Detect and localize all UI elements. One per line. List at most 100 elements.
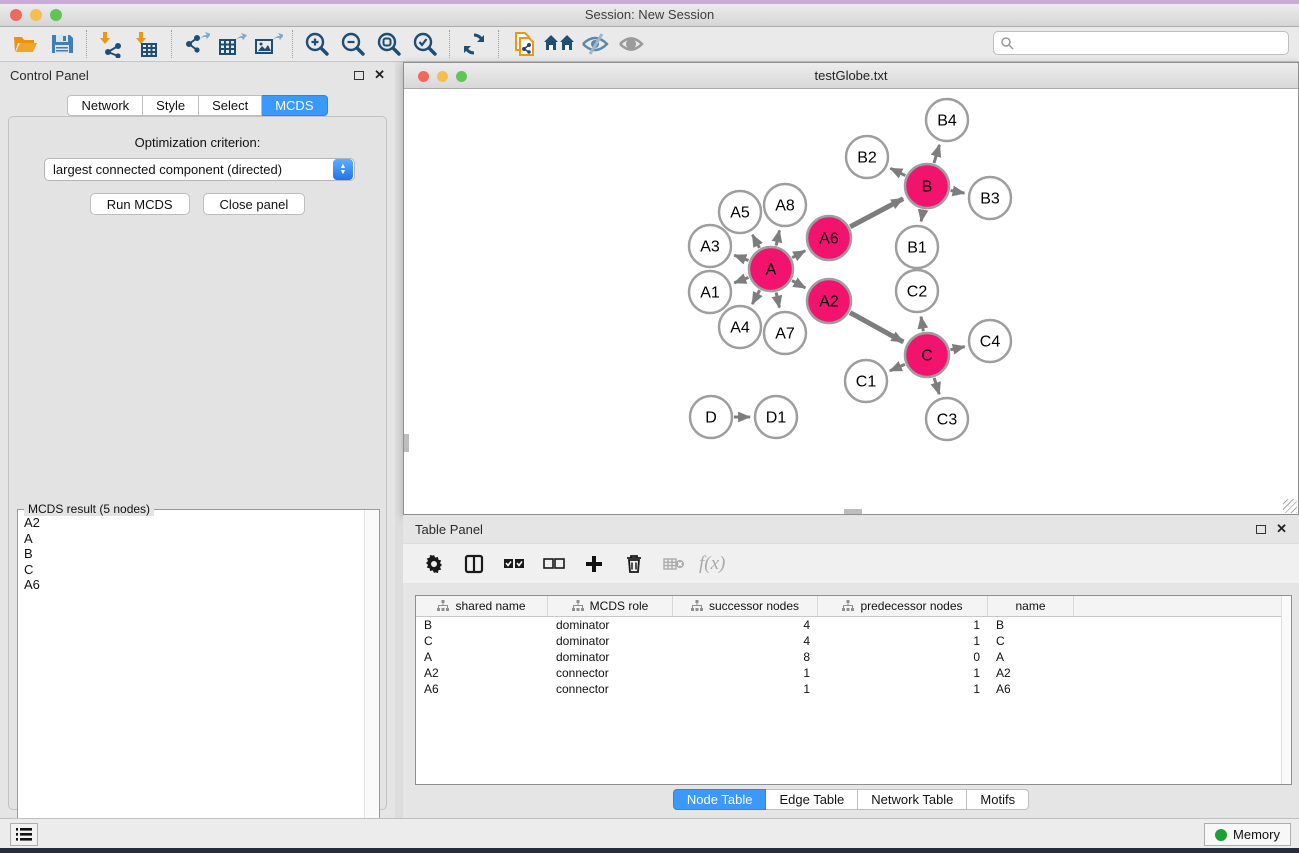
cell-MCDS-role[interactable]: dominator xyxy=(548,633,673,649)
column-header-name[interactable]: name xyxy=(988,596,1074,616)
export-image-icon[interactable] xyxy=(250,29,286,59)
graph-node-D[interactable]: D xyxy=(690,396,732,438)
cell-shared-name[interactable]: B xyxy=(416,617,548,633)
close-panel-icon[interactable]: ✕ xyxy=(374,67,385,83)
tab-select[interactable]: Select xyxy=(199,95,262,116)
graph-node-B2[interactable]: B2 xyxy=(846,136,888,178)
cell-name[interactable]: C xyxy=(988,633,1074,649)
export-table-icon[interactable] xyxy=(214,29,250,59)
graph-node-C2[interactable]: C2 xyxy=(896,270,938,312)
hide-selected-eye-icon[interactable] xyxy=(577,29,613,59)
import-network-icon[interactable] xyxy=(93,29,129,59)
graph-edge-C-C1[interactable] xyxy=(890,364,905,370)
search-box[interactable] xyxy=(993,31,1289,55)
minimize-window-button[interactable] xyxy=(30,9,42,21)
graph-edge-C-C2[interactable] xyxy=(921,317,923,332)
graph-node-B3[interactable]: B3 xyxy=(969,177,1011,219)
zoom-fit-icon[interactable] xyxy=(371,29,407,59)
graph-edge-A-A8[interactable] xyxy=(776,230,779,245)
graph-node-A6[interactable]: A6 xyxy=(807,216,851,260)
table-row[interactable]: Adominator80A xyxy=(416,649,1291,665)
column-header-shared-name[interactable]: shared name xyxy=(416,596,548,616)
float-table-panel-icon[interactable] xyxy=(1256,525,1266,534)
cell-name[interactable]: A6 xyxy=(988,681,1074,697)
cell-shared-name[interactable]: A6 xyxy=(416,681,548,697)
network-window-titlebar[interactable]: testGlobe.txt xyxy=(404,63,1298,89)
result-item-a[interactable]: A xyxy=(18,530,364,546)
graph-edge-A6-B[interactable] xyxy=(850,199,903,227)
graph-node-C4[interactable]: C4 xyxy=(969,320,1011,362)
float-panel-icon[interactable] xyxy=(354,71,364,80)
graph-edge-B-B2[interactable] xyxy=(890,168,905,175)
graph-edge-C-C4[interactable] xyxy=(950,347,964,350)
cell-MCDS-role[interactable]: dominator xyxy=(548,617,673,633)
minimize-network-button[interactable] xyxy=(437,71,448,82)
graph-edge-A-A5[interactable] xyxy=(752,235,759,248)
tab-mcds[interactable]: MCDS xyxy=(262,95,327,116)
graph-edge-A2-C[interactable] xyxy=(850,313,903,342)
cell-MCDS-role[interactable]: dominator xyxy=(548,649,673,665)
window-resize-grip[interactable] xyxy=(1283,499,1297,513)
graph-edge-A-A2[interactable] xyxy=(792,281,805,288)
close-network-button[interactable] xyxy=(418,71,429,82)
cell-successor-nodes[interactable]: 1 xyxy=(673,681,818,697)
refresh-icon[interactable] xyxy=(456,29,492,59)
cell-predecessor-nodes[interactable]: 1 xyxy=(818,617,988,633)
table-row[interactable]: Cdominator41C xyxy=(416,633,1291,649)
graph-node-C[interactable]: C xyxy=(905,333,949,377)
graph-edge-A-A3[interactable] xyxy=(734,255,748,260)
cell-name[interactable]: B xyxy=(988,617,1074,633)
table-scrollbar[interactable] xyxy=(1281,596,1291,784)
zoom-out-icon[interactable] xyxy=(335,29,371,59)
delete-table-icon[interactable] xyxy=(659,549,689,579)
cell-name[interactable]: A2 xyxy=(988,665,1074,681)
table-row[interactable]: Bdominator41B xyxy=(416,617,1291,633)
run-mcds-button[interactable]: Run MCDS xyxy=(90,193,190,215)
cell-predecessor-nodes[interactable]: 1 xyxy=(818,633,988,649)
cell-predecessor-nodes[interactable]: 1 xyxy=(818,681,988,697)
graph-node-A4[interactable]: A4 xyxy=(719,306,761,348)
network-canvas[interactable]: AA1A2A3A4A5A6A7A8BB1B2B3B4CC1C2C3C4DD1 xyxy=(404,89,1298,514)
cell-shared-name[interactable]: C xyxy=(416,633,548,649)
duplicate-network-icon[interactable] xyxy=(505,29,541,59)
maximize-network-button[interactable] xyxy=(456,71,467,82)
cell-shared-name[interactable]: A2 xyxy=(416,665,548,681)
graph-node-B4[interactable]: B4 xyxy=(926,99,968,141)
column-header-MCDS-role[interactable]: MCDS role xyxy=(548,596,673,616)
home-icon[interactable] xyxy=(541,29,577,59)
mcds-result-list[interactable]: A2ABCA6 xyxy=(18,514,364,844)
export-network-icon[interactable] xyxy=(178,29,214,59)
close-window-button[interactable] xyxy=(10,9,22,21)
graph-node-A1[interactable]: A1 xyxy=(689,271,731,313)
graph-edge-B-B1[interactable] xyxy=(921,210,923,222)
tab-style[interactable]: Style xyxy=(143,95,199,116)
column-header-predecessor-nodes[interactable]: predecessor nodes xyxy=(818,596,988,616)
delete-row-icon[interactable] xyxy=(619,549,649,579)
table-row[interactable]: A6connector11A6 xyxy=(416,681,1291,697)
result-item-a6[interactable]: A6 xyxy=(18,576,364,592)
cell-predecessor-nodes[interactable]: 0 xyxy=(818,649,988,665)
zoom-selected-icon[interactable] xyxy=(407,29,443,59)
graph-edge-C-C3[interactable] xyxy=(934,378,939,394)
columns-icon[interactable] xyxy=(459,549,489,579)
result-item-b[interactable]: B xyxy=(18,545,364,561)
graph-edge-B-B4[interactable] xyxy=(934,145,939,163)
search-input[interactable] xyxy=(1014,36,1274,50)
result-item-c[interactable]: C xyxy=(18,561,364,577)
graph-node-A5[interactable]: A5 xyxy=(719,191,761,233)
memory-button[interactable]: Memory xyxy=(1204,823,1291,846)
cell-shared-name[interactable]: A xyxy=(416,649,548,665)
cell-MCDS-role[interactable]: connector xyxy=(548,681,673,697)
import-table-icon[interactable] xyxy=(129,29,165,59)
graph-node-B1[interactable]: B1 xyxy=(896,226,938,268)
cell-successor-nodes[interactable]: 4 xyxy=(673,617,818,633)
graph-node-B[interactable]: B xyxy=(905,164,949,208)
graph-node-A8[interactable]: A8 xyxy=(764,184,806,226)
apply-function-icon[interactable]: f(x) xyxy=(699,549,725,579)
close-panel-button[interactable]: Close panel xyxy=(203,193,306,215)
graph-node-D1[interactable]: D1 xyxy=(755,396,797,438)
graph-edge-A-A6[interactable] xyxy=(792,251,805,258)
table-settings-icon[interactable] xyxy=(419,549,449,579)
graph-node-A7[interactable]: A7 xyxy=(764,312,806,354)
cell-successor-nodes[interactable]: 8 xyxy=(673,649,818,665)
